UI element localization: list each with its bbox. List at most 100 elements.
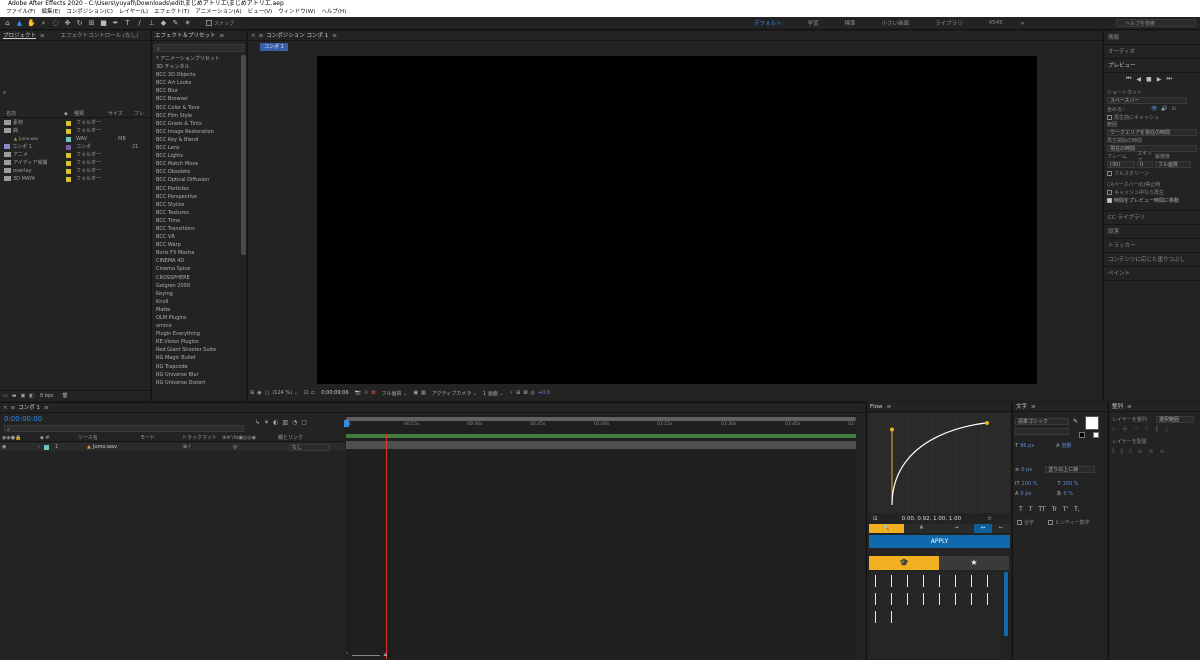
collapse-chevron-icon[interactable]: › — [36, 444, 44, 450]
effect-category[interactable]: Red Giant Shooter Suite — [152, 346, 241, 354]
align-buttons-icon[interactable]: ⊢ ╪ ⊣ ⊤ ╫ ⊥ — [1112, 426, 1172, 433]
preset-curve-icon[interactable] — [987, 593, 999, 605]
layer-label-color[interactable] — [44, 444, 49, 450]
menu-window[interactable]: ウィンドウ(W) — [278, 8, 315, 17]
clone-tool-icon[interactable]: ⊥ — [147, 19, 156, 28]
curve-handle-point-2[interactable] — [985, 421, 989, 425]
effect-category[interactable]: BCC Lens — [152, 144, 241, 152]
eyedropper-icon[interactable]: ✎ — [1073, 418, 1078, 425]
shy-icon[interactable]: ◐ — [273, 419, 278, 426]
home-icon[interactable]: ⌂ — [3, 19, 12, 28]
tab-effect-controls[interactable]: エフェクトコントロール (なし) — [61, 31, 139, 41]
effect-category[interactable]: omino — [152, 322, 241, 330]
fill-color-swatch[interactable] — [1085, 416, 1099, 430]
label-color-icon[interactable] — [66, 160, 71, 166]
stop-icon[interactable]: ■ — [1146, 76, 1152, 83]
audio-panel-header[interactable]: オーディオ — [1104, 45, 1200, 59]
effect-category[interactable]: BCC Match Move — [152, 160, 241, 168]
tab-composition[interactable]: コンポジション コンポ 1 — [266, 31, 328, 41]
distribute-buttons-icon[interactable]: ⫴ ⫼ ⫴ ≡ ≣ ≡ — [1112, 448, 1166, 456]
effect-category[interactable]: BCC VR — [152, 233, 241, 241]
timeline-timecode[interactable]: 0:00:00:00 — [4, 415, 42, 423]
effect-category[interactable]: Gelgren 2000 — [152, 282, 241, 290]
layer-name[interactable]: Jumo.wav — [93, 444, 183, 450]
effect-category[interactable]: Knoll — [152, 298, 241, 306]
preset-curve-icon[interactable] — [891, 575, 903, 587]
effect-category[interactable]: BCC Lights — [152, 152, 241, 160]
effect-category[interactable]: BCC Particles — [152, 185, 241, 193]
library-tab-learn[interactable]: 🎓 — [869, 556, 939, 570]
ease-both-button[interactable]: ↔ — [974, 524, 992, 533]
preset-curve-icon[interactable] — [971, 575, 983, 587]
effect-category[interactable]: BCC Stylize — [152, 201, 241, 209]
effect-category[interactable]: RG Trapcode — [152, 363, 241, 371]
fullscreen-checkbox[interactable] — [1107, 171, 1112, 176]
effect-category[interactable]: BCC Image Restoration — [152, 128, 241, 136]
curve-handle-point-1[interactable] — [890, 427, 894, 432]
cache-before-checkbox[interactable] — [1107, 114, 1112, 120]
draft-3d-icon[interactable]: ✶ — [264, 419, 269, 426]
paragraph-header[interactable]: 段落 — [1104, 225, 1200, 239]
eraser-tool-icon[interactable]: ◆ — [159, 19, 168, 28]
effect-category[interactable]: BCC 3D Objects — [152, 71, 241, 79]
preset-curve-icon[interactable] — [891, 611, 903, 623]
puppet-tool-icon[interactable]: ✶ — [183, 19, 192, 28]
list-item[interactable]: アイディア候補 フォルダー — [0, 159, 150, 167]
effect-category[interactable]: BCC Grads & Tints — [152, 120, 241, 128]
effect-category[interactable]: CROSSPHERE — [152, 274, 241, 282]
cache-before-row[interactable]: 再生前にキャッシュ — [1104, 113, 1200, 121]
effect-category[interactable]: BCC Color & Tone — [152, 104, 241, 112]
align-to-dropdown[interactable]: 選択範囲 — [1156, 416, 1194, 423]
text-tool-icon[interactable]: T — [123, 19, 132, 28]
effect-category[interactable]: RE:Vision Plugins — [152, 338, 241, 346]
timeline-icon[interactable]: ⊞ — [516, 390, 520, 396]
tsume-value[interactable]: 0 % — [1063, 491, 1073, 497]
roto-tool-icon[interactable]: ✎ — [171, 19, 180, 28]
workspace-default[interactable]: デフォルト — [754, 19, 782, 27]
skip-dropdown[interactable]: 0 — [1137, 161, 1153, 168]
tab-flow[interactable]: Flow — [870, 402, 883, 412]
preset-curve-icon[interactable] — [939, 575, 951, 587]
zoom-slider[interactable] — [352, 654, 381, 656]
menu-view[interactable]: ビュー(V) — [248, 8, 273, 17]
vertical-scale-value[interactable]: 100 % — [1022, 481, 1058, 487]
faux-bold-button[interactable]: T — [1019, 506, 1023, 513]
panel-menu-icon[interactable]: ≡ — [44, 403, 49, 413]
list-item[interactable]: コンポ 1 コンポ 21 — [0, 143, 150, 151]
parent-dropdown[interactable]: なし — [288, 443, 329, 451]
include-video-icon[interactable]: 👁 — [1151, 106, 1157, 112]
preset-curve-icon[interactable] — [939, 593, 951, 605]
preset-curve-icon[interactable] — [907, 593, 919, 605]
interpret-footage-icon[interactable]: ▭ — [3, 393, 8, 399]
effect-category[interactable]: BCC Art Looks — [152, 79, 241, 87]
effect-category[interactable]: BCC Obsolete — [152, 168, 241, 176]
preview-panel-header[interactable]: プレビュー — [1104, 59, 1200, 73]
paint-header[interactable]: ペイント — [1104, 267, 1200, 281]
effect-category[interactable]: BCC Film Style — [152, 112, 241, 120]
info-panel-header[interactable]: 情報 — [1104, 31, 1200, 45]
flow-curve-editor[interactable] — [869, 413, 1010, 513]
timeline-search-input[interactable]: ⌕ — [4, 425, 244, 433]
label-color-icon[interactable] — [66, 176, 71, 182]
panel-menu-icon[interactable]: ≡ — [220, 31, 225, 41]
workspace-learn[interactable]: 学習 — [808, 19, 819, 27]
snap-checkbox[interactable] — [206, 20, 212, 26]
effect-category[interactable]: Boris FX Mocha — [152, 249, 241, 257]
tab-project[interactable]: プロジェクト — [3, 31, 36, 41]
work-area-bar[interactable] — [346, 417, 856, 421]
effect-category[interactable]: RG Universe Distort — [152, 379, 241, 387]
stroke-color-swatch[interactable] — [1079, 432, 1085, 438]
new-folder-icon[interactable]: ▬ — [12, 393, 17, 399]
panel-menu-icon[interactable]: ≡ — [1031, 402, 1036, 412]
workspace-more-icon[interactable]: » — [1021, 20, 1025, 27]
preset-curve-icon[interactable] — [923, 575, 935, 587]
tab-effects-presets[interactable]: エフェクト＆プリセット — [155, 31, 216, 41]
menu-layer[interactable]: レイヤー(L) — [119, 8, 148, 17]
time-option-checkbox[interactable] — [1107, 197, 1112, 203]
tracker-header[interactable]: トラッカー — [1104, 239, 1200, 253]
first-frame-icon[interactable]: ⏮ — [1126, 75, 1131, 83]
panel-menu-icon[interactable]: ≡ — [11, 403, 16, 413]
font-family-dropdown[interactable]: 源柔ゴシック — [1015, 418, 1069, 425]
column-parent[interactable]: 親とリンク — [278, 434, 303, 441]
include-overlay-icon[interactable]: ⊟ — [1172, 106, 1176, 112]
